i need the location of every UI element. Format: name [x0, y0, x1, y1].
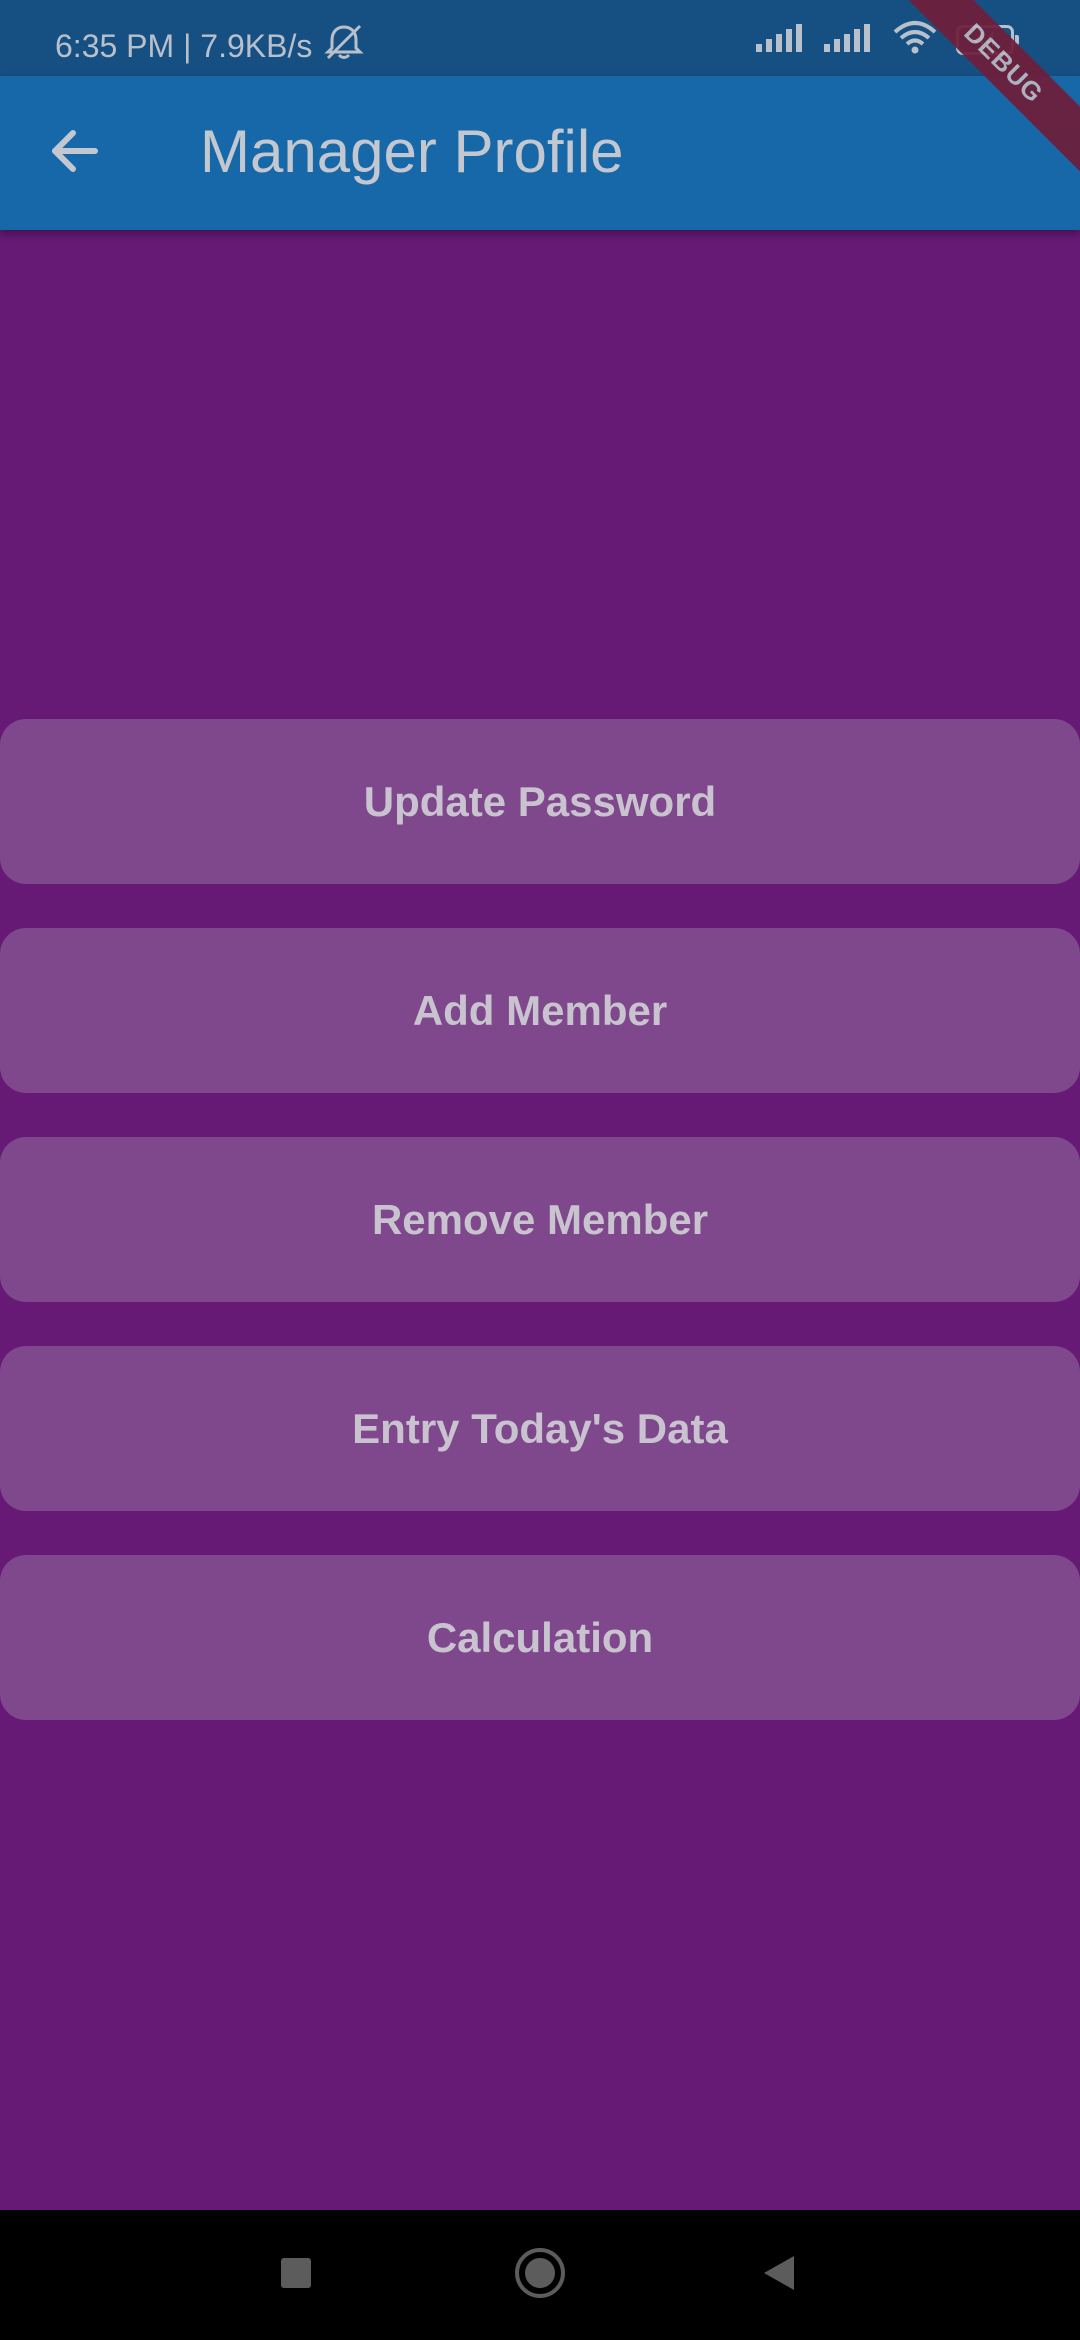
add-member-button[interactable]: Add Member: [0, 928, 1080, 1093]
app-bar: Manager Profile: [0, 76, 1080, 230]
back-button[interactable]: [38, 117, 110, 189]
home-icon: [513, 2246, 567, 2305]
status-left: 6:35 PM | 7.9KB/s: [55, 22, 366, 70]
arrow-left-icon: [47, 124, 101, 183]
muted-alarm-icon: [322, 22, 366, 70]
wifi-icon: [892, 20, 938, 59]
nav-bar: [0, 2210, 1080, 2340]
signal-icon: [756, 22, 806, 57]
back-icon: [760, 2253, 800, 2298]
menu: Update Password Add Member Remove Member…: [0, 719, 1080, 1764]
recent-apps-button[interactable]: [265, 2244, 327, 2306]
status-time-speed: 6:35 PM | 7.9KB/s: [55, 27, 313, 64]
system-back-button[interactable]: [749, 2244, 811, 2306]
screen: 6:35 PM | 7.9KB/s DEBUG Manager Profile …: [0, 0, 1080, 2340]
remove-member-button[interactable]: Remove Member: [0, 1137, 1080, 1302]
home-button[interactable]: [509, 2244, 571, 2306]
recent-apps-icon: [279, 2256, 313, 2295]
entry-todays-data-button[interactable]: Entry Today's Data: [0, 1346, 1080, 1511]
update-password-button[interactable]: Update Password: [0, 719, 1080, 884]
calculation-button[interactable]: Calculation: [0, 1555, 1080, 1720]
signal-icon: [824, 22, 874, 57]
status-bar: 6:35 PM | 7.9KB/s: [0, 0, 1080, 76]
page-title: Manager Profile: [200, 118, 624, 185]
